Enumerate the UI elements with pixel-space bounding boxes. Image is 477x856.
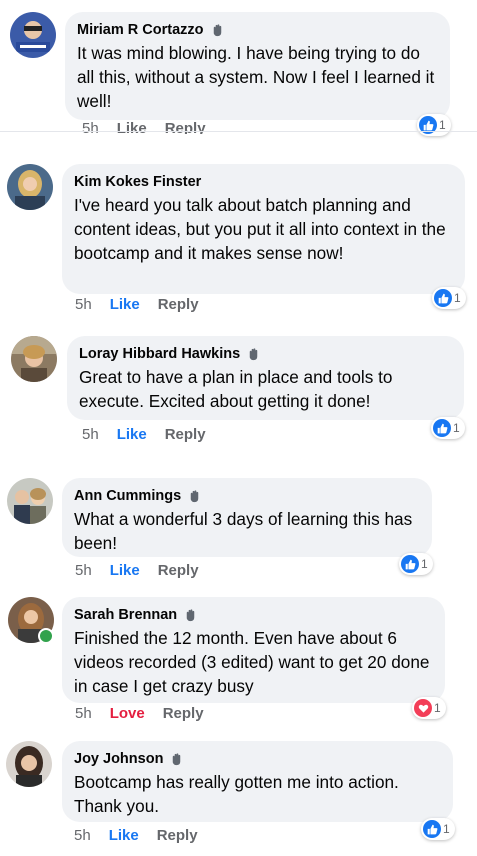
comment-actions: 5h Like Reply (82, 426, 206, 443)
reply-button[interactable]: Reply (158, 296, 199, 313)
reaction-count: 1 (453, 421, 460, 435)
comment-time[interactable]: 5h (75, 562, 92, 579)
reaction-count: 1 (443, 822, 450, 836)
avatar[interactable] (7, 164, 53, 210)
reaction-count-badge[interactable]: 1 (412, 697, 446, 719)
comment-text: What a wonderful 3 days of learning this… (74, 509, 413, 553)
comment-time[interactable]: 5h (75, 705, 92, 722)
comment-author[interactable]: Sarah Brennan (74, 606, 177, 624)
reaction-count-badge[interactable]: 1 (399, 553, 433, 575)
comment-text: Bootcamp has really gotten me into actio… (74, 772, 399, 816)
reaction-count-badge[interactable]: 1 (431, 417, 465, 439)
wave-icon (183, 608, 198, 623)
online-status-icon (38, 628, 54, 644)
comment-time[interactable]: 5h (75, 296, 92, 313)
reply-button[interactable]: Reply (165, 426, 206, 443)
reaction-count: 1 (454, 291, 461, 305)
reply-button[interactable]: Reply (163, 705, 204, 722)
like-button[interactable]: Like (109, 827, 139, 844)
like-button[interactable]: Like (110, 562, 140, 579)
avatar[interactable] (11, 336, 57, 382)
comment-bubble: Miriam R Cortazzo It was mind blowing. I… (65, 12, 450, 120)
comment-time[interactable]: 5h (82, 426, 99, 443)
reaction-count-badge[interactable]: 1 (432, 287, 466, 309)
comment-time[interactable]: 5h (74, 827, 91, 844)
comment-actions: 5h Like Reply (74, 827, 198, 844)
avatar[interactable] (6, 741, 52, 787)
comment-bubble: Joy Johnson Bootcamp has really gotten m… (62, 741, 453, 822)
like-button[interactable]: Like (117, 426, 147, 443)
comment-text: It was mind blowing. I have being trying… (77, 43, 435, 111)
like-button[interactable]: Like (110, 296, 140, 313)
avatar[interactable] (7, 478, 53, 524)
reaction-count: 1 (421, 557, 428, 571)
wave-icon (210, 23, 225, 38)
reaction-count: 1 (434, 701, 441, 715)
comment-actions: 5h Like Reply (75, 562, 199, 579)
comment-actions: 5h Love Reply (75, 705, 204, 722)
comment-bubble: Kim Kokes Finster I've heard you talk ab… (62, 164, 465, 294)
thumbs-up-icon (423, 820, 441, 838)
comment-author[interactable]: Ann Cummings (74, 487, 181, 505)
comment-time[interactable]: 5h (82, 122, 99, 134)
reply-button[interactable]: Reply (165, 122, 206, 134)
love-button[interactable]: Love (110, 705, 145, 722)
heart-icon (414, 699, 432, 717)
reaction-count: 1 (439, 118, 446, 132)
reply-button[interactable]: Reply (158, 562, 199, 579)
like-button[interactable]: Like (117, 122, 147, 134)
reply-button[interactable]: Reply (157, 827, 198, 844)
thumbs-up-icon (401, 555, 419, 573)
wave-icon (187, 489, 202, 504)
comment-text: I've heard you talk about batch planning… (74, 195, 446, 263)
comment-author[interactable]: Joy Johnson (74, 750, 163, 768)
thumbs-up-icon (433, 419, 451, 437)
reaction-count-badge[interactable]: 1 (417, 114, 451, 136)
comment-bubble: Ann Cummings What a wonderful 3 days of … (62, 478, 432, 557)
wave-icon (246, 347, 261, 362)
divider (0, 131, 477, 132)
comment-actions: 5h Like Reply (82, 122, 206, 134)
comment-text: Finished the 12 month. Even have about 6… (74, 628, 430, 696)
avatar[interactable] (10, 12, 56, 58)
comment-author[interactable]: Kim Kokes Finster (74, 173, 201, 191)
thumbs-up-icon (434, 289, 452, 307)
wave-icon (169, 752, 184, 767)
comment-author[interactable]: Miriam R Cortazzo (77, 21, 204, 39)
comment-text: Great to have a plan in place and tools … (79, 367, 393, 411)
reaction-count-badge[interactable]: 1 (421, 818, 455, 840)
comment-bubble: Sarah Brennan Finished the 12 month. Eve… (62, 597, 445, 703)
comment-actions: 5h Like Reply (75, 296, 199, 313)
comment-author[interactable]: Loray Hibbard Hawkins (79, 345, 240, 363)
comment-bubble: Loray Hibbard Hawkins Great to have a pl… (67, 336, 464, 420)
